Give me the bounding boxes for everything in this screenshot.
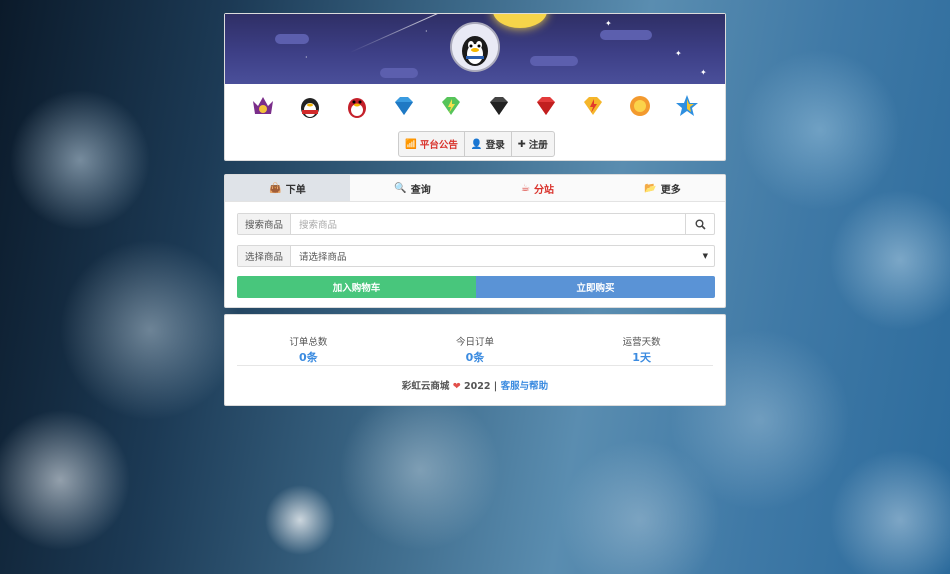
shopping-bag-icon: 👜 xyxy=(269,182,282,194)
stat-label: 运营天数 xyxy=(622,337,661,348)
divider xyxy=(237,365,713,366)
stats-row: 订单总数 0条 今日订单 0条 运营天数 1天 xyxy=(225,315,725,364)
login-button[interactable]: 👤 登录 xyxy=(465,132,512,156)
stat-value: 1天 xyxy=(632,351,651,364)
search-label: 搜索商品 xyxy=(238,214,291,234)
star-decoration: ✦ xyxy=(675,49,682,58)
tab-label: 下单 xyxy=(285,184,306,196)
help-link[interactable]: 客服与帮助 xyxy=(501,381,549,392)
stat-value: 0条 xyxy=(465,351,485,364)
announcement-button[interactable]: 📶 平台公告 xyxy=(399,132,465,156)
stat-label: 今日订单 xyxy=(455,337,494,348)
tab-label: 查询 xyxy=(410,184,431,196)
gift-icons-row xyxy=(225,84,725,124)
green-diamond-icon[interactable] xyxy=(437,92,465,120)
star-decoration: ✦ xyxy=(700,68,707,77)
add-to-cart-button[interactable]: 加入购物车 xyxy=(237,276,476,298)
blue-diamond-icon[interactable] xyxy=(390,92,418,120)
stat-label: 订单总数 xyxy=(289,337,328,348)
cloud-decoration xyxy=(600,30,652,40)
tab-label: 分站 xyxy=(533,184,554,196)
action-buttons: 加入购物车 立即购买 xyxy=(237,276,715,298)
product-select-value: 请选择商品 xyxy=(299,252,347,263)
avatar[interactable] xyxy=(450,22,500,72)
copyright-year: 2022 xyxy=(464,381,491,392)
tab-label: 更多 xyxy=(660,184,681,196)
star-decoration: · xyxy=(305,53,308,62)
search-icon xyxy=(695,219,706,230)
moon-decoration xyxy=(493,14,547,28)
folder-icon: 📂 xyxy=(644,182,657,194)
red-diamond-icon[interactable] xyxy=(532,92,560,120)
stat-value: 0条 xyxy=(298,351,318,364)
select-row: 选择商品 请选择商品 ▼ xyxy=(237,245,715,267)
cloud-decoration xyxy=(275,34,309,44)
tab-substation[interactable]: ☕ 分站 xyxy=(475,175,600,201)
buy-now-button[interactable]: 立即购买 xyxy=(476,276,715,298)
night-sky-banner: ✦ ✦ ✦ · · xyxy=(225,14,725,84)
header-card: ✦ ✦ ✦ · · 📶 平台公告 👤 登录 ✚ 注册 xyxy=(224,13,726,161)
qq-penguin-red-icon[interactable] xyxy=(343,92,371,120)
order-card: 👜 下单 🔍 查询 ☕ 分站 📂 更多 搜索商品 搜索商品 选择商品 请选择商品… xyxy=(224,174,726,308)
black-diamond-icon[interactable] xyxy=(485,92,513,120)
announcement-label: 平台公告 xyxy=(419,140,458,151)
tab-bar: 👜 下单 🔍 查询 ☕ 分站 📂 更多 xyxy=(225,175,725,202)
heart-icon: ❤ xyxy=(452,381,461,392)
tab-order[interactable]: 👜 下单 xyxy=(225,175,350,201)
user-icon: 👤 xyxy=(470,138,483,150)
star-decoration: · xyxy=(425,27,428,36)
search-row: 搜索商品 搜索商品 xyxy=(237,213,715,235)
search-input[interactable]: 搜索商品 xyxy=(291,214,685,234)
orange-badge-icon[interactable] xyxy=(626,92,654,120)
footer: 彩虹云商城 ❤ 2022 | 客服与帮助 xyxy=(225,378,725,392)
yellow-diamond-icon[interactable] xyxy=(579,92,607,120)
cloud-decoration xyxy=(380,68,418,78)
brand-name: 彩虹云商城 xyxy=(401,381,450,392)
meteor-decoration xyxy=(349,14,460,53)
account-button-group: 📶 平台公告 👤 登录 ✚ 注册 xyxy=(398,131,555,157)
stats-card: 订单总数 0条 今日订单 0条 运营天数 1天 彩虹云商城 ❤ 2022 | 客… xyxy=(224,314,726,406)
register-label: 注册 xyxy=(528,140,548,151)
search-button[interactable] xyxy=(685,214,714,234)
blue-star-icon[interactable] xyxy=(673,92,701,120)
qq-penguin-icon[interactable] xyxy=(296,92,324,120)
plus-icon: ✚ xyxy=(517,138,526,150)
tab-more[interactable]: 📂 更多 xyxy=(600,175,725,201)
crown-gift-icon[interactable] xyxy=(249,92,277,120)
star-decoration: ✦ xyxy=(605,19,612,28)
cloud-decoration xyxy=(530,56,578,66)
select-label: 选择商品 xyxy=(238,246,291,266)
today-orders-stat: 今日订单 0条 xyxy=(455,334,494,364)
login-label: 登录 xyxy=(485,140,505,151)
footer-separator: | xyxy=(493,381,498,392)
tab-query[interactable]: 🔍 查询 xyxy=(350,175,475,201)
register-button[interactable]: ✚ 注册 xyxy=(512,132,554,156)
cup-icon: ☕ xyxy=(521,182,530,194)
search-icon: 🔍 xyxy=(394,182,407,194)
wifi-icon: 📶 xyxy=(405,138,417,150)
product-select[interactable]: 请选择商品 ▼ xyxy=(291,246,714,266)
operating-days-stat: 运营天数 1天 xyxy=(622,334,661,364)
chevron-down-icon: ▼ xyxy=(702,252,708,260)
qq-penguin-avatar-icon xyxy=(452,24,498,70)
total-orders-stat: 订单总数 0条 xyxy=(289,334,328,364)
